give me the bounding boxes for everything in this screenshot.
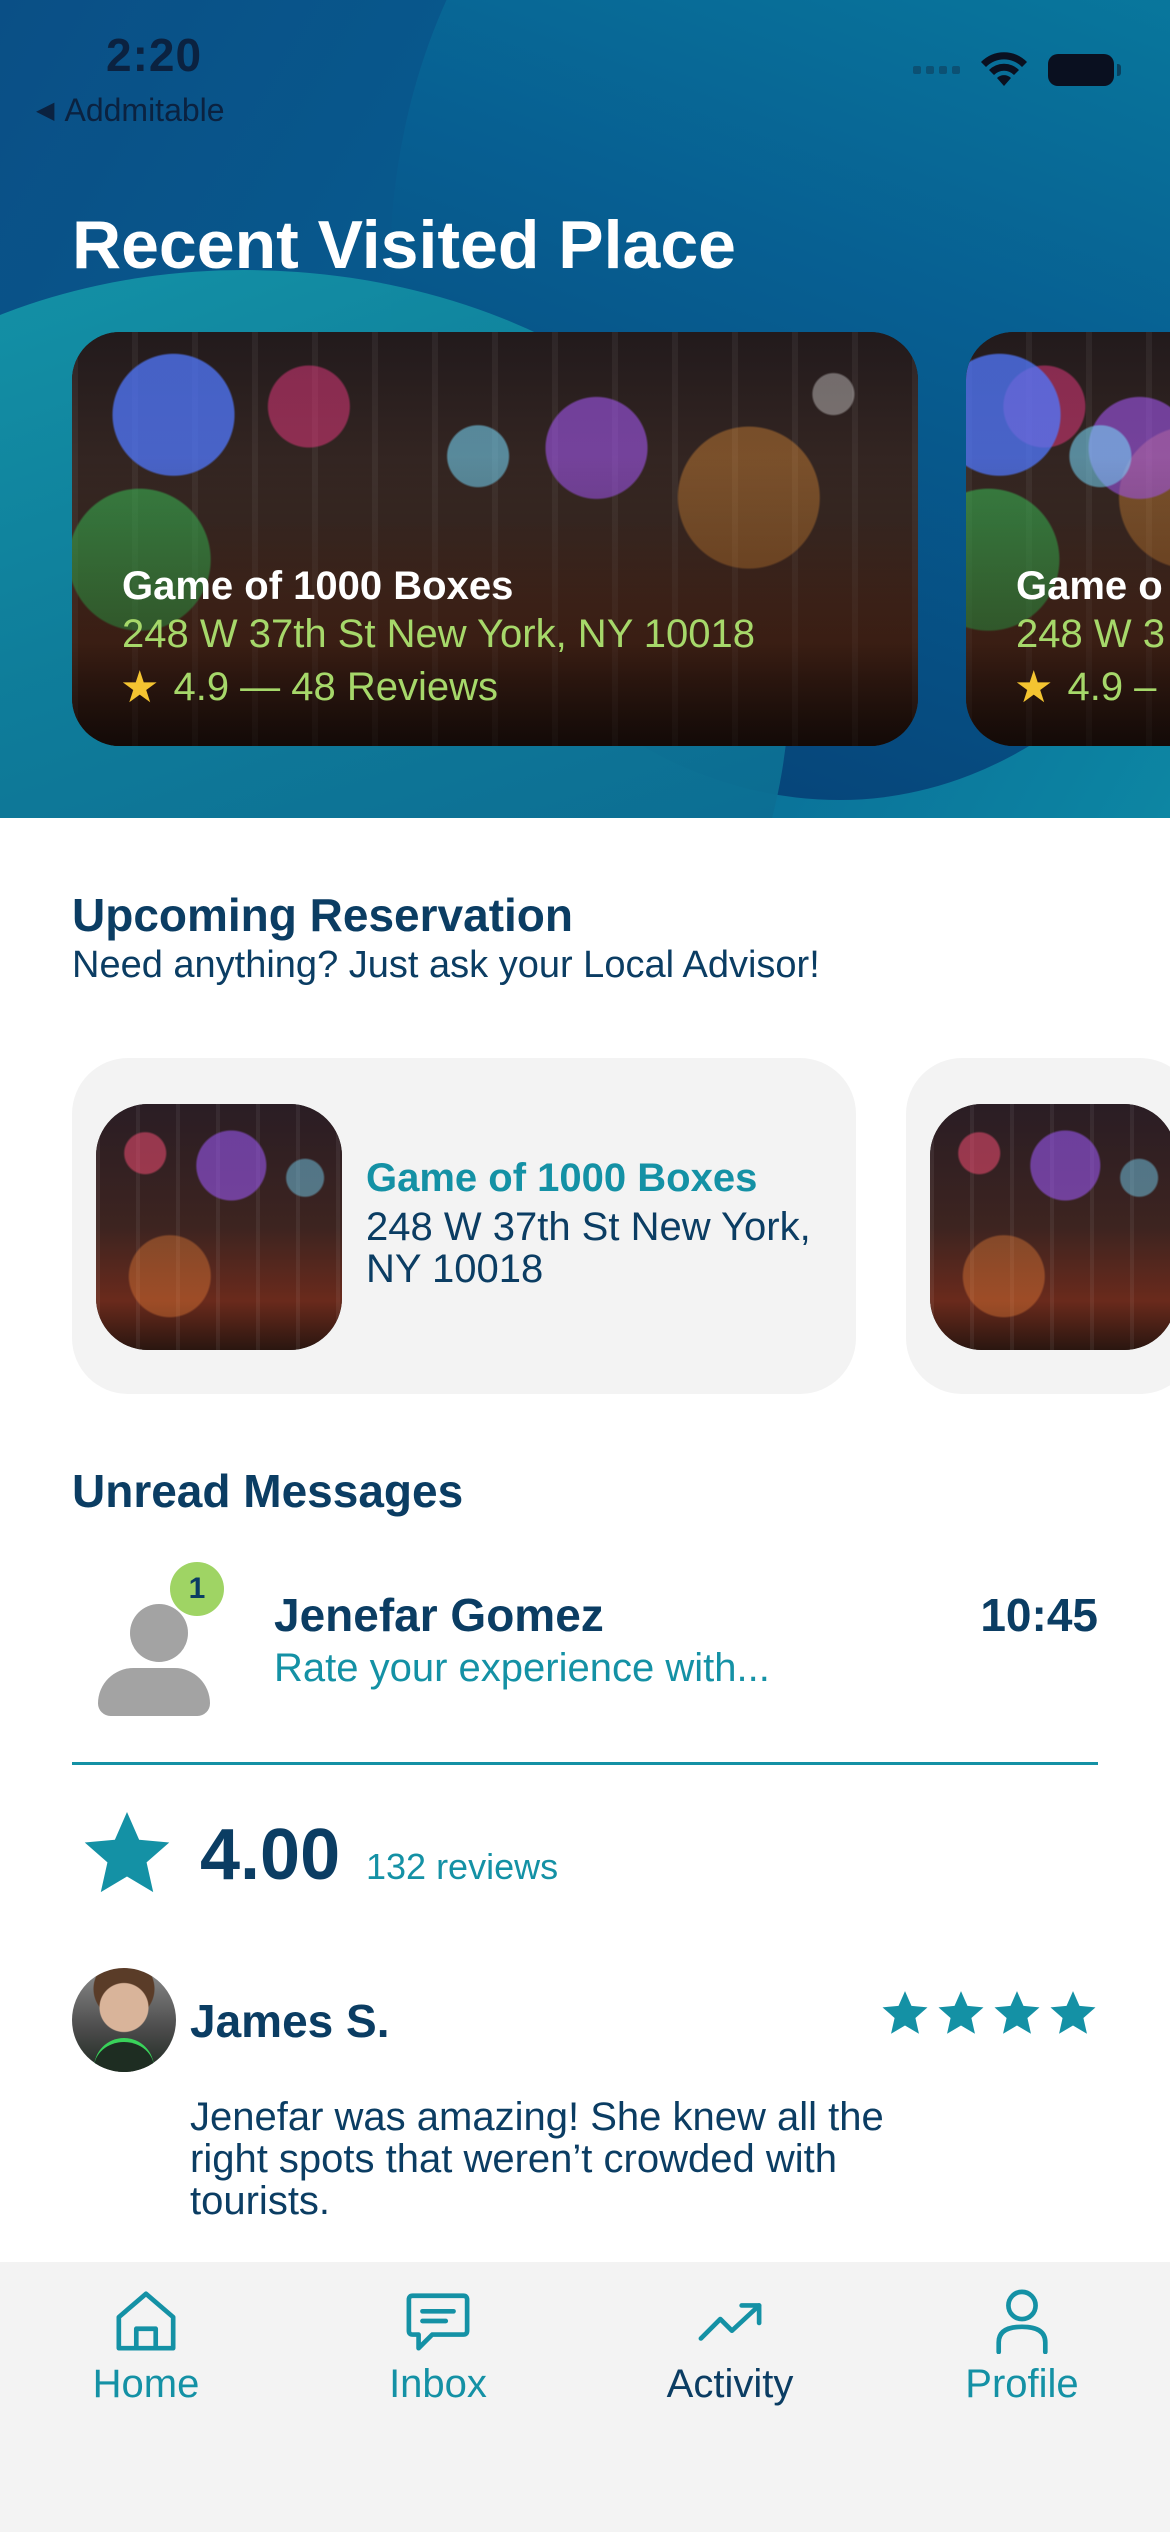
tab-profile[interactable]: Profile [912,2288,1132,2407]
star-icon: ★ [1014,663,1054,712]
upcoming-title: Upcoming Reservation [72,889,573,941]
tab-label: Inbox [389,2362,487,2406]
rating-value: 4.00 [200,1815,341,1895]
tab-bar: Home Inbox Activity Profile [0,2262,1170,2532]
messages-title: Unread Messages [72,1465,464,1517]
reservation-card[interactable] [906,1058,1170,1394]
star-icon [994,1991,1040,2034]
status-icons [913,52,1121,88]
wifi-icon [981,52,1027,86]
status-time: 2:20 [106,29,203,81]
reservation-name: Game of 1000 Boxes [366,1156,758,1200]
message-item[interactable]: 1 Jenefar Gomez Rate your experience wit… [72,1546,1098,1746]
reservation-card[interactable]: Game of 1000 Boxes 248 W 37th St New Yor… [72,1058,856,1394]
cellular-signal-icon [913,66,960,74]
tab-inbox[interactable]: Inbox [328,2288,548,2407]
message-time: 10:45 [980,1589,1098,1641]
reservation-photo [96,1104,342,1350]
star-icon [938,1991,984,2034]
reservation-photo [930,1104,1170,1350]
place-address: 248 W 37th St New York, NY 10018 [122,612,755,656]
message-preview: Rate your experience with... [274,1646,770,1690]
upcoming-subtitle: Need anything? Just ask your Local Advis… [72,944,820,986]
review-stars [880,1990,1098,2038]
place-name: Game of 1000 Boxes [122,564,514,608]
star-icon [1050,1991,1096,2034]
star-icon [882,1991,928,2034]
place-rating-text: 4.9 – [1067,665,1157,709]
back-to-app-link[interactable]: ◀ Addmitable [36,92,225,129]
home-icon [116,2291,176,2351]
place-address: 248 W 3 [1016,612,1165,656]
battery-icon [1048,54,1121,86]
review-text: Jenefar was amazing! She knew all the ri… [190,2095,884,2223]
unread-badge: 1 [170,1562,224,1616]
trending-up-icon [698,2303,762,2341]
place-name: Game o [1016,564,1163,608]
app-screen: 2:20 ◀ Addmitable Recent Visited Place G… [0,0,1170,2532]
recent-place-card[interactable]: Game of 1000 Boxes 248 W 37th St New Yor… [72,332,918,746]
reservation-address: 248 W 37th St New York, NY 10018 [366,1205,811,1291]
tab-activity[interactable]: Activity [620,2288,840,2407]
back-arrow-icon: ◀ [36,97,55,124]
message-icon [406,2293,470,2351]
place-rating: ★ 4.9 – [1014,662,1156,713]
star-icon: ★ [120,663,160,712]
header-section: 2:20 ◀ Addmitable Recent Visited Place G… [0,0,1170,818]
message-sender: Jenefar Gomez [274,1589,604,1641]
person-icon [996,2289,1048,2354]
review-count-link[interactable]: 132 reviews [366,1846,558,1888]
tab-label: Home [92,2362,200,2406]
tab-home[interactable]: Home [36,2288,256,2407]
divider [72,1762,1098,1765]
place-rating-text: 4.9 — 48 Reviews [173,665,499,709]
reviewer-name: James S. [190,1995,390,2047]
star-icon [84,1811,170,1893]
recent-place-card[interactable]: Game o 248 W 3 ★ 4.9 – [966,332,1170,746]
back-app-label: Addmitable [64,92,225,128]
tab-label: Profile [965,2362,1079,2406]
tab-label: Activity [666,2362,794,2406]
reviewer-avatar [72,1968,176,2072]
page-title: Recent Visited Place [72,207,736,283]
place-rating: ★ 4.9 — 48 Reviews [120,662,498,713]
